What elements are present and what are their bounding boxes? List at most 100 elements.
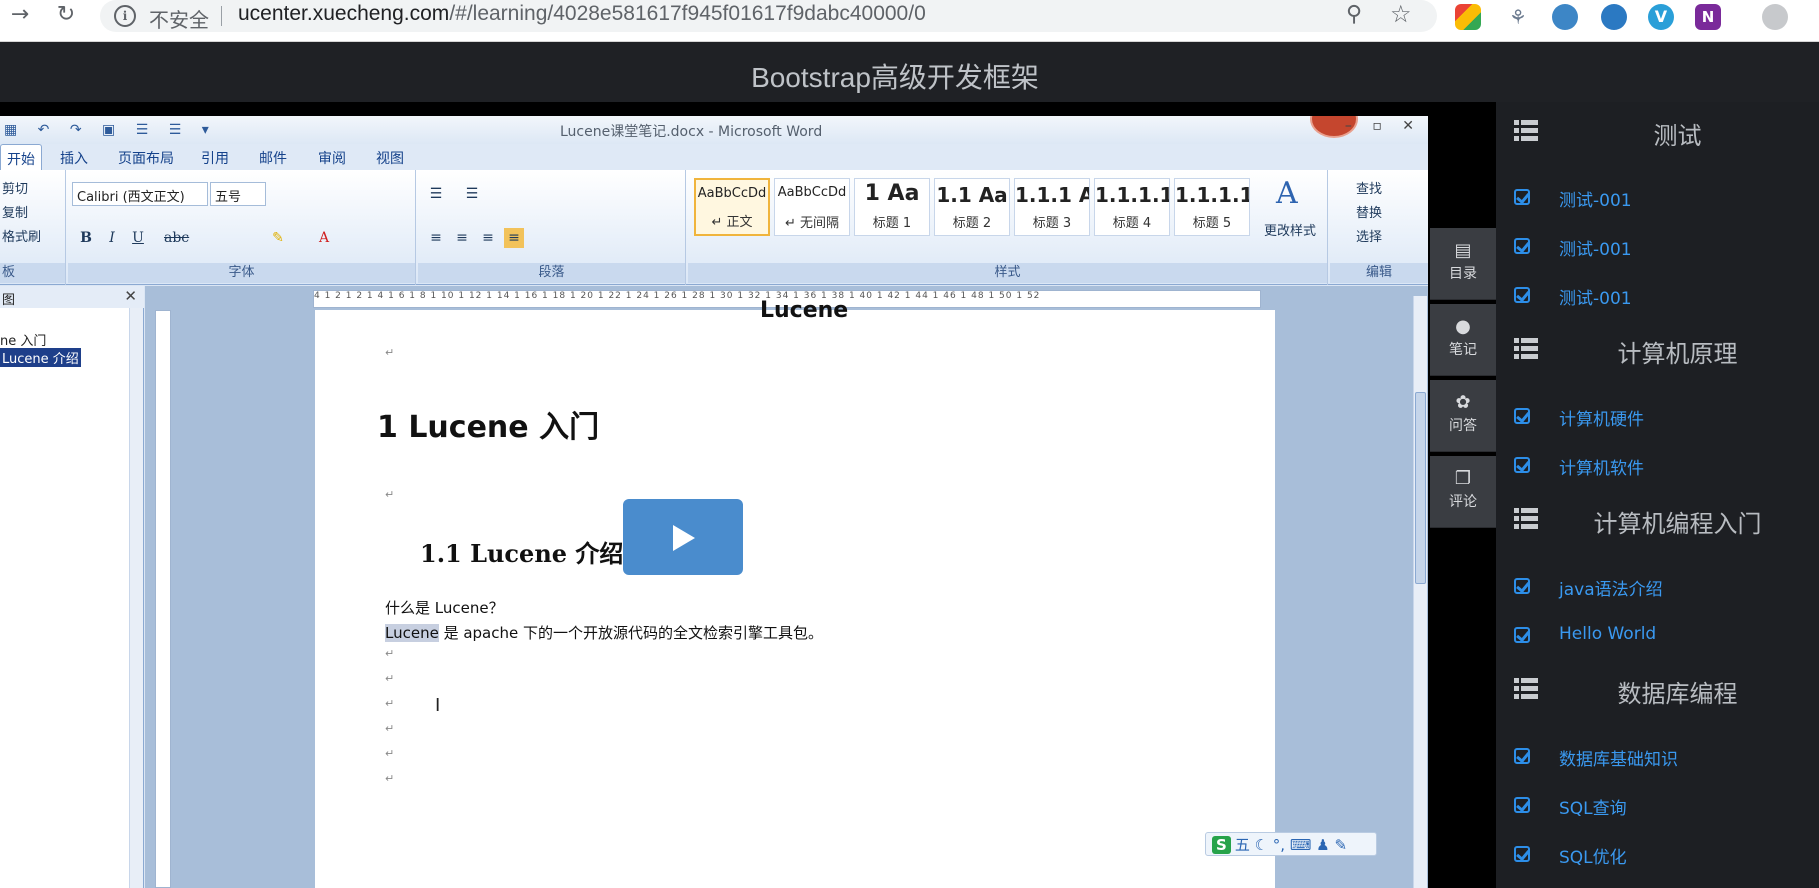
lesson-item[interactable]: 计算机软件 bbox=[1496, 450, 1819, 480]
group-label: 板 bbox=[0, 263, 65, 283]
tab-notes[interactable]: ● 笔记 bbox=[1430, 304, 1496, 376]
align-right-icon: ≡ bbox=[482, 230, 494, 246]
list-icon bbox=[1514, 678, 1538, 700]
replace-label: 替换 bbox=[1356, 206, 1383, 221]
chapter-header[interactable]: 计算机原理 bbox=[1496, 330, 1819, 370]
lesson-item[interactable]: java语法介绍 bbox=[1496, 571, 1819, 601]
info-icon[interactable]: i bbox=[114, 5, 136, 27]
paragraph-mark: ↵ bbox=[385, 488, 395, 501]
extension-colorful-icon[interactable] bbox=[1455, 4, 1481, 30]
tab-label: 笔记 bbox=[1449, 342, 1477, 358]
side-tabs: ▤ 目录 ● 笔记 ✿ 问答 ❐ 评论 bbox=[1430, 228, 1496, 532]
paragraph-mark: ↵ bbox=[385, 747, 395, 760]
gear-icon: ✿ bbox=[1455, 392, 1471, 413]
user-icon: ● bbox=[1455, 316, 1471, 337]
check-icon bbox=[1514, 846, 1530, 862]
security-label: 不安全 bbox=[149, 8, 209, 32]
font-color-icon: A bbox=[318, 230, 330, 246]
quick-access-toolbar: ▦ ↶ ↷ ▣ ☰ ☰ ▾ bbox=[4, 122, 217, 138]
paragraph-group: ☰ ☰ ≡ ≡ ≡ ≡ 段落 bbox=[418, 170, 686, 285]
check-icon bbox=[1514, 797, 1530, 813]
lesson-item[interactable]: 数据库基础知识 bbox=[1496, 741, 1819, 771]
divider bbox=[221, 6, 222, 26]
check-icon bbox=[1514, 578, 1530, 594]
tab-label: 评论 bbox=[1449, 494, 1477, 510]
doc-paragraph-text: 是 apache 下的一个开放源代码的全文检索引擎工具包。 bbox=[438, 624, 824, 642]
highlight-icon: ✎ bbox=[272, 230, 284, 246]
ribbon-tab: 审阅 bbox=[318, 151, 346, 167]
doc-paragraph: 什么是 Lucene？ bbox=[385, 599, 504, 617]
address-bar[interactable]: i 不安全 ucenter.xuecheng.com/#/learning/40… bbox=[100, 0, 1437, 32]
style-heading-5: 1.1.1.1.标题 5 bbox=[1174, 178, 1250, 236]
style-normal: AaBbCcDd ↵ 正文 bbox=[694, 178, 770, 236]
zoom-icon[interactable]: ⚲ bbox=[1346, 2, 1362, 27]
word-titlebar: ▦ ↶ ↷ ▣ ☰ ☰ ▾ Lucene课堂笔记.docx - Microsof… bbox=[0, 116, 1428, 144]
chapter-header[interactable]: 测试 bbox=[1496, 112, 1819, 152]
group-label: 字体 bbox=[68, 263, 415, 283]
bullets-icon: ☰ bbox=[429, 186, 443, 202]
vertical-ruler bbox=[155, 310, 171, 888]
lesson-item[interactable]: 测试-001 bbox=[1496, 280, 1819, 310]
lesson-item[interactable]: SQL查询 bbox=[1496, 790, 1819, 820]
reload-icon[interactable]: ↻ bbox=[50, 0, 82, 32]
lesson-item[interactable]: 计算机硬件 bbox=[1496, 401, 1819, 431]
style-heading-4: 1.1.1.1 标题 4 bbox=[1094, 178, 1170, 236]
url-host: ucenter.xuecheng.com bbox=[238, 2, 450, 25]
window-buttons: – ▫ ✕ bbox=[1344, 118, 1422, 134]
navpane-item: ne 入门 bbox=[0, 334, 47, 349]
lesson-item[interactable]: 测试-001 bbox=[1496, 231, 1819, 261]
forward-icon[interactable]: → bbox=[4, 0, 36, 32]
style-heading-1: 1 Aa 标题 1 bbox=[854, 178, 930, 236]
url-text[interactable]: ucenter.xuecheng.com/#/learning/4028e581… bbox=[238, 2, 926, 26]
check-icon bbox=[1514, 627, 1530, 643]
list-icon bbox=[1514, 120, 1538, 142]
underline-icon: U bbox=[132, 230, 144, 246]
check-icon bbox=[1514, 287, 1530, 303]
extension-onenote-icon[interactable]: N bbox=[1695, 4, 1721, 30]
numbering-icon: ☰ bbox=[465, 186, 479, 202]
lesson-title: 计算机硬件 bbox=[1559, 410, 1644, 430]
paragraph-mark: ↵ bbox=[385, 346, 395, 359]
justify-icon: ≡ bbox=[504, 228, 524, 248]
lesson-title: SQL查询 bbox=[1559, 799, 1627, 819]
lesson-title: 测试-001 bbox=[1559, 191, 1632, 211]
navpane-title: 图 bbox=[0, 286, 144, 308]
chapter-title: 计算机原理 bbox=[1617, 340, 1738, 368]
extension-tree-icon[interactable]: ⚘ bbox=[1505, 4, 1531, 30]
ribbon-tab: 视图 bbox=[376, 151, 404, 167]
lesson-item[interactable]: Hello World bbox=[1496, 620, 1819, 650]
chapter-header[interactable]: 数据库编程 bbox=[1496, 670, 1819, 710]
document-area: 4 1 2 1 2 1 4 1 6 1 8 1 10 1 12 1 14 1 1… bbox=[145, 286, 1428, 888]
profile-avatar-icon[interactable] bbox=[1762, 4, 1788, 30]
format-painter-label: 格式刷 bbox=[2, 230, 42, 245]
chapter-title: 数据库编程 bbox=[1617, 680, 1738, 708]
navpane-item-selected: Lucene 介绍 bbox=[0, 348, 81, 367]
lesson-title: 数据库基础知识 bbox=[1559, 750, 1678, 770]
extension-v-icon[interactable]: V bbox=[1648, 4, 1674, 30]
cut-label: 剪切 bbox=[2, 182, 29, 197]
tab-comments[interactable]: ❐ 评论 bbox=[1430, 456, 1496, 528]
group-label: 段落 bbox=[418, 263, 685, 283]
play-button[interactable] bbox=[623, 499, 743, 575]
ribbon-tab: 插入 bbox=[60, 151, 88, 167]
scrollbar-thumb bbox=[1415, 392, 1426, 584]
list-icon bbox=[1514, 508, 1538, 530]
paragraph-mark: ↵ bbox=[385, 647, 395, 660]
extension-circle-icon[interactable] bbox=[1601, 4, 1627, 30]
chapter-header[interactable]: 计算机编程入门 bbox=[1496, 500, 1819, 540]
lesson-item[interactable]: 测试-001 bbox=[1496, 182, 1819, 212]
check-icon bbox=[1514, 408, 1530, 424]
check-icon bbox=[1514, 189, 1530, 205]
lesson-item[interactable]: SQL优化 bbox=[1496, 839, 1819, 869]
browser-toolbar: → ↻ i 不安全 ucenter.xuecheng.com/#/learnin… bbox=[0, 0, 1819, 42]
tab-catalog[interactable]: ▤ 目录 bbox=[1430, 228, 1496, 300]
doc-heading-1: 1 Lucene 入门 bbox=[377, 410, 600, 445]
bold-icon: B bbox=[80, 230, 92, 246]
tab-qa[interactable]: ✿ 问答 bbox=[1430, 380, 1496, 452]
ime-toolbar: S五 ☾ °, ⌨ ♟ ✎ bbox=[1205, 832, 1377, 856]
bookmark-star-icon[interactable]: ☆ bbox=[1390, 0, 1412, 28]
course-header: Bootstrap高级开发框架 bbox=[0, 42, 1819, 102]
doc-top-heading: Lucene bbox=[760, 298, 849, 323]
lesson-title: 测试-001 bbox=[1559, 240, 1632, 260]
extension-face-icon[interactable] bbox=[1552, 4, 1578, 30]
